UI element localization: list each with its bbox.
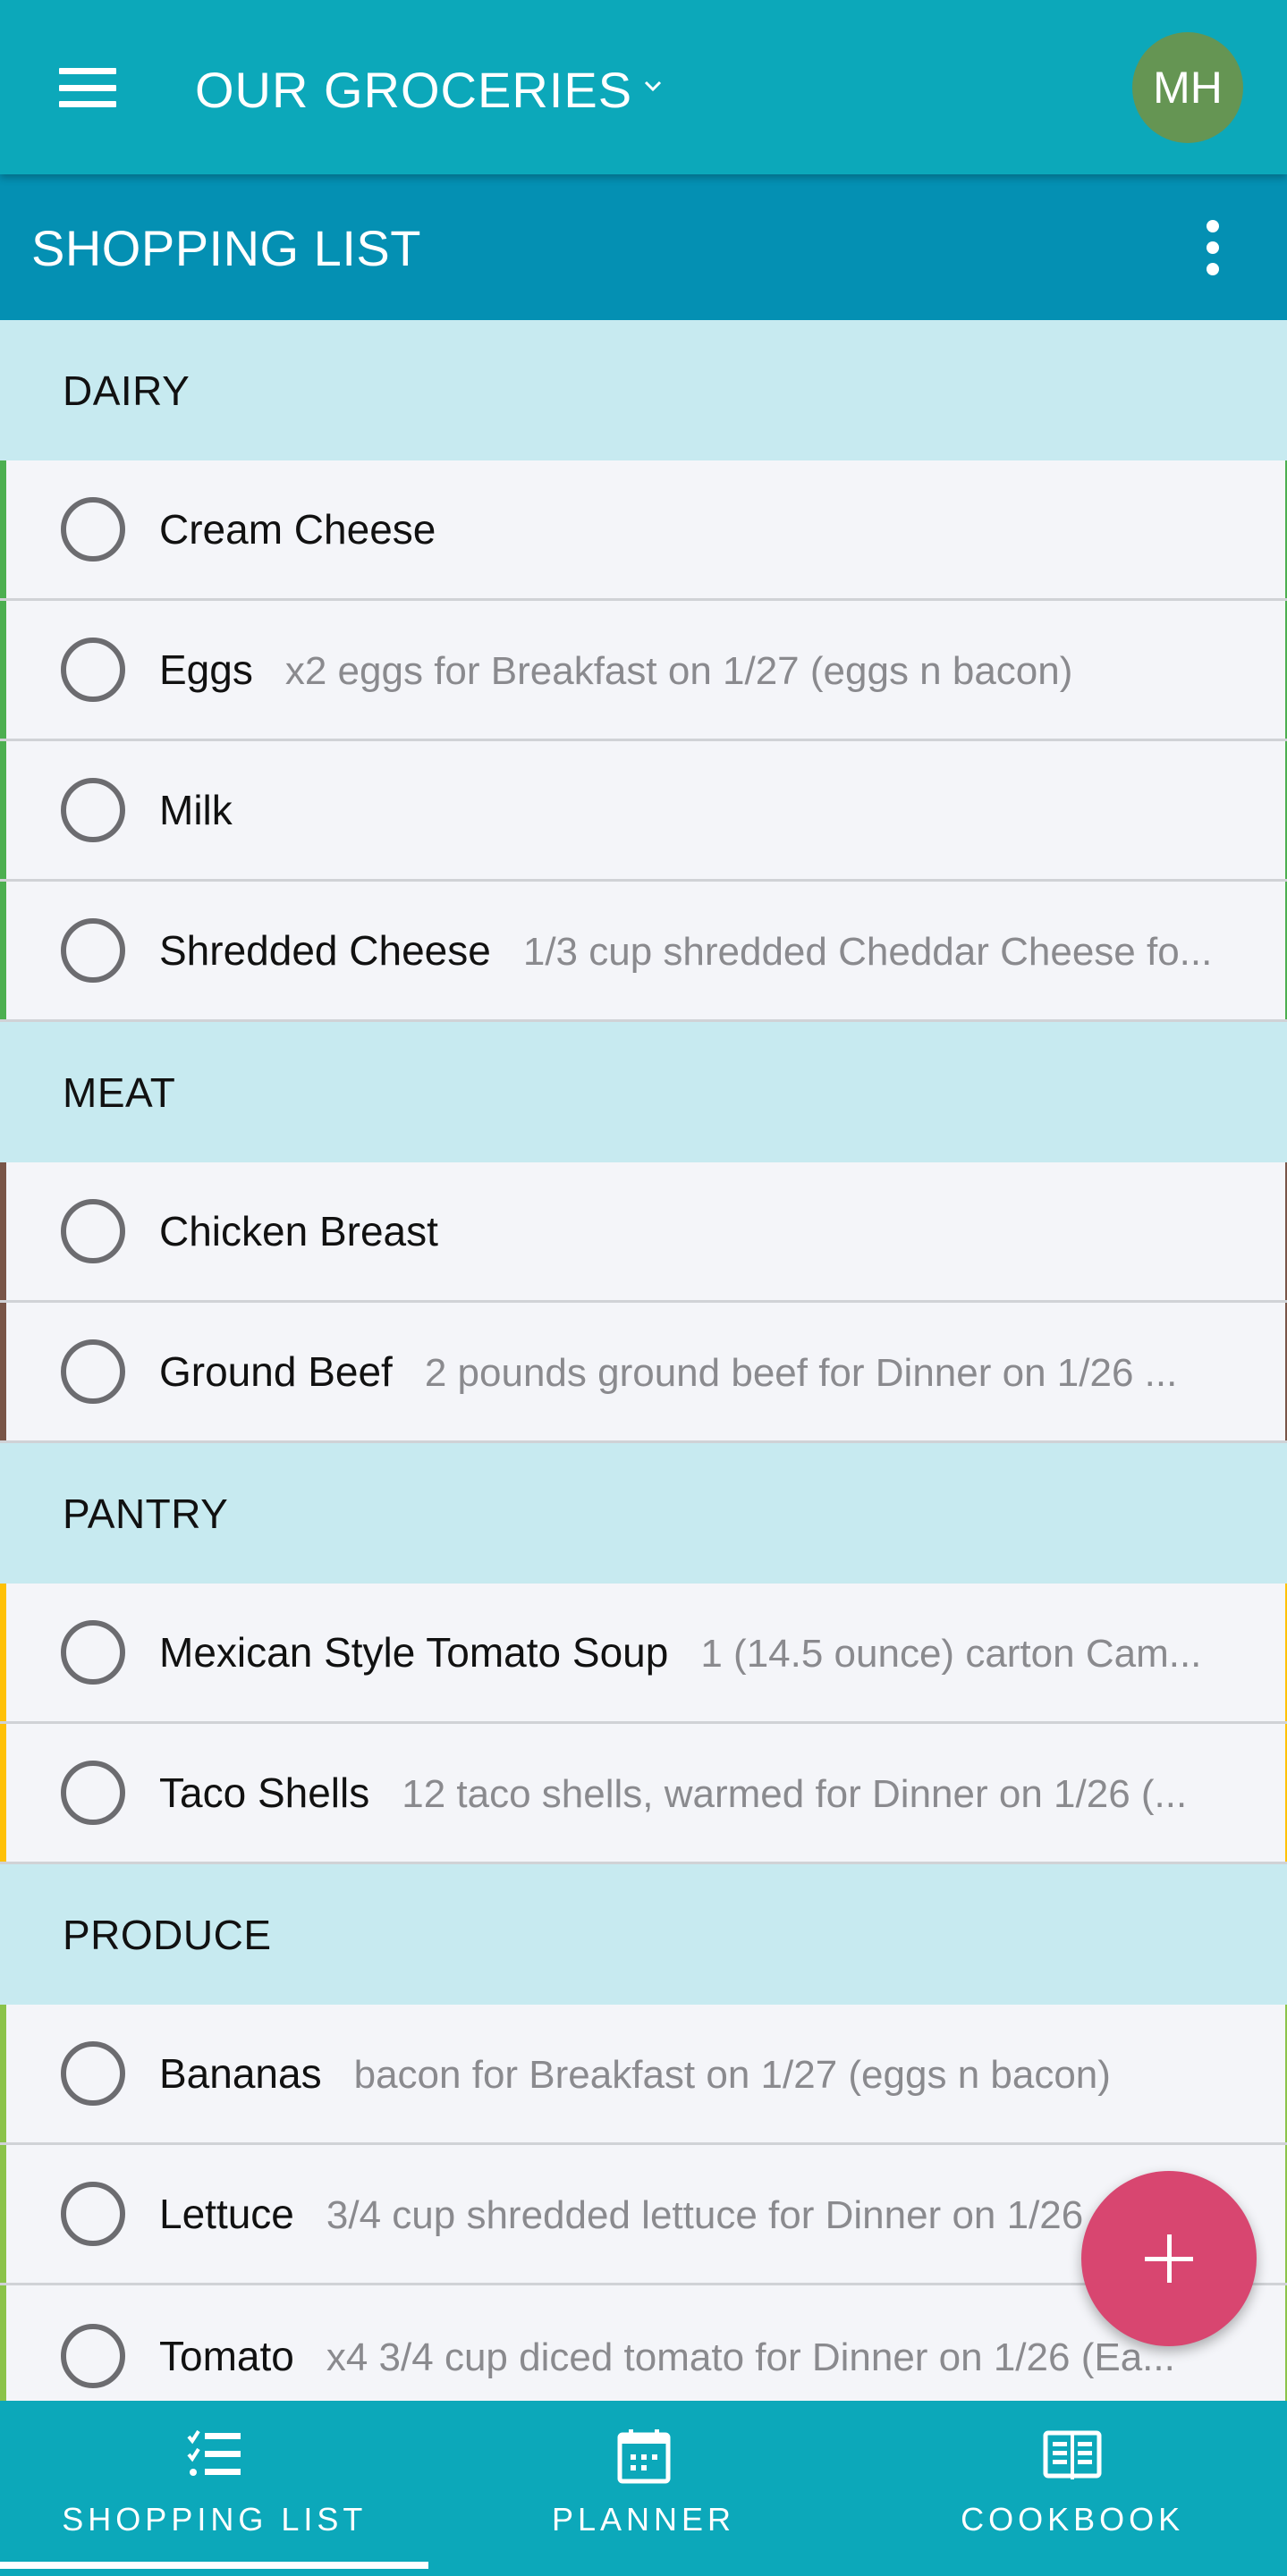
category-color-bar <box>0 1584 6 1721</box>
open-book-icon <box>1043 2430 1102 2479</box>
item-text: Milk <box>159 786 1233 834</box>
list-item[interactable]: Chicken Breast <box>0 1162 1287 1303</box>
list-item[interactable]: Taco Shells 12 taco shells, warmed for Di… <box>0 1724 1287 1864</box>
item-name: Mexican Style Tomato Soup <box>159 1629 669 1676</box>
item-text: Bananas bacon for Breakfast on 1/27 (eggs… <box>159 2049 1233 2098</box>
active-tab-indicator <box>0 2562 428 2569</box>
category-color-bar <box>0 2145 6 2283</box>
shopping-list[interactable]: DAIRY Cream Cheese Eggs x2 eggs for Breakfa… <box>0 320 1287 2401</box>
category-header: DAIRY <box>0 320 1287 460</box>
item-checkbox[interactable] <box>61 2182 125 2246</box>
list-item[interactable]: Mexican Style Tomato Soup 1 (14.5 ounce) … <box>0 1584 1287 1724</box>
item-name: Ground Beef <box>159 1348 393 1395</box>
item-name: Chicken Breast <box>159 1208 438 1254</box>
tab-label: SHOPPING LIST <box>62 2501 368 2538</box>
item-name: Taco Shells <box>159 1769 370 1816</box>
list-item[interactable]: Eggs x2 eggs for Breakfast on 1/27 (eggs … <box>0 601 1287 741</box>
calendar-icon <box>617 2429 670 2484</box>
item-checkbox[interactable] <box>61 1339 125 1404</box>
item-text: Cream Cheese <box>159 505 1233 553</box>
item-text: Mexican Style Tomato Soup 1 (14.5 ounce) … <box>159 1628 1233 1677</box>
category-header: MEAT <box>0 1022 1287 1162</box>
item-text: Lettuce 3/4 cup shredded lettuce for Dinn… <box>159 2190 1233 2238</box>
category-color-bar <box>0 1162 6 1300</box>
item-note: 12 taco shells, warmed for Dinner on 1/2… <box>402 1772 1188 1816</box>
app-bar: OUR GROCERIES MH <box>0 0 1287 174</box>
item-note: x4 3/4 cup diced tomato for Dinner on 1/… <box>326 2335 1175 2379</box>
more-vertical-icon[interactable] <box>1195 220 1231 275</box>
avatar[interactable]: MH <box>1132 32 1243 143</box>
category-color-bar <box>0 1303 6 1440</box>
item-checkbox[interactable] <box>61 638 125 702</box>
hamburger-menu-icon[interactable] <box>59 68 116 107</box>
item-checkbox[interactable] <box>61 1761 125 1825</box>
item-name: Tomato <box>159 2332 294 2379</box>
item-text: Chicken Breast <box>159 1207 1233 1255</box>
tab-label: COOKBOOK <box>961 2501 1185 2538</box>
item-text: Ground Beef 2 pounds ground beef for Dinn… <box>159 1347 1233 1396</box>
item-text: Shredded Cheese 1/3 cup shredded Cheddar … <box>159 926 1233 975</box>
list-item[interactable]: Shredded Cheese 1/3 cup shredded Cheddar … <box>0 882 1287 1022</box>
category-color-bar <box>0 601 6 739</box>
item-note: x2 eggs for Breakfast on 1/27 (eggs n ba… <box>284 649 1073 693</box>
list-item[interactable]: Milk <box>0 741 1287 882</box>
checklist-icon <box>187 2429 241 2476</box>
tab-planner[interactable]: PLANNER <box>429 2401 859 2576</box>
item-note: bacon for Breakfast on 1/27 (eggs n baco… <box>353 2053 1111 2097</box>
item-name: Milk <box>159 787 233 833</box>
item-name: Eggs <box>159 646 253 693</box>
bottom-navigation: SHOPPING LIST PLANNER COOKBOOK <box>0 2401 1287 2576</box>
category-color-bar <box>0 460 6 598</box>
item-name: Bananas <box>159 2050 322 2097</box>
item-name: Cream Cheese <box>159 506 436 553</box>
item-checkbox[interactable] <box>61 2041 125 2106</box>
item-note: 1 (14.5 ounce) carton Cam... <box>700 1632 1202 1676</box>
add-item-button[interactable] <box>1081 2171 1257 2346</box>
list-item[interactable]: Cream Cheese <box>0 460 1287 601</box>
tab-shopping-list[interactable]: SHOPPING LIST <box>0 2401 429 2576</box>
list-title[interactable]: OUR GROCERIES <box>195 61 632 119</box>
item-checkbox[interactable] <box>61 497 125 562</box>
item-checkbox[interactable] <box>61 2323 125 2388</box>
category-color-bar <box>0 2285 6 2401</box>
list-item[interactable]: Ground Beef 2 pounds ground beef for Dinn… <box>0 1303 1287 1443</box>
chevron-down-icon[interactable] <box>640 73 665 98</box>
item-name: Shredded Cheese <box>159 927 491 974</box>
item-text: Eggs x2 eggs for Breakfast on 1/27 (eggs … <box>159 646 1233 694</box>
item-text: Tomato x4 3/4 cup diced tomato for Dinner… <box>159 2332 1233 2380</box>
item-note: 1/3 cup shredded Cheddar Cheese fo... <box>522 930 1213 974</box>
item-name: Lettuce <box>159 2191 294 2237</box>
item-checkbox[interactable] <box>61 1199 125 1263</box>
category-color-bar <box>0 2005 6 2142</box>
item-checkbox[interactable] <box>61 918 125 983</box>
tab-label: PLANNER <box>551 2501 736 2538</box>
list-item[interactable]: Bananas bacon for Breakfast on 1/27 (eggs… <box>0 2005 1287 2145</box>
sub-header: SHOPPING LIST <box>0 174 1287 320</box>
category-header: PANTRY <box>0 1443 1287 1584</box>
tab-cookbook[interactable]: COOKBOOK <box>858 2401 1287 2576</box>
category-color-bar <box>0 882 6 1019</box>
category-header: PRODUCE <box>0 1864 1287 2005</box>
item-checkbox[interactable] <box>61 778 125 842</box>
item-checkbox[interactable] <box>61 1620 125 1685</box>
page-title: SHOPPING LIST <box>31 220 421 276</box>
category-color-bar <box>0 1724 6 1862</box>
category-color-bar <box>0 741 6 879</box>
item-note: 2 pounds ground beef for Dinner on 1/26 … <box>424 1351 1178 1395</box>
item-text: Taco Shells 12 taco shells, warmed for Di… <box>159 1769 1233 1817</box>
